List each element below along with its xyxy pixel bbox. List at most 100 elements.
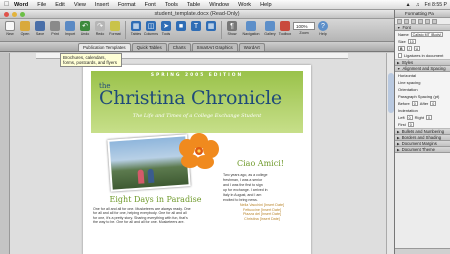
redo-button[interactable]: ↷ Redo [93,21,107,36]
masthead-title[interactable]: Christina Chronicle [99,87,282,109]
minimize-icon[interactable] [12,12,17,17]
elements-gallery-tabs: Publication Templates Quick Tables Chart… [0,42,394,52]
textbox-button[interactable]: T [189,21,203,32]
table-icon: ▦ [131,21,141,31]
horizontal-row[interactable]: Horizontal [395,72,450,79]
menu-table[interactable]: Table [187,2,200,8]
menu-format[interactable]: Format [118,2,136,8]
ciao-heading[interactable]: Ciao Amici! [237,159,284,168]
line-spacing-row[interactable]: Line spacing [395,79,450,86]
zoom-window-icon[interactable] [20,12,25,17]
menu-file[interactable]: File [37,2,46,8]
orientation-row[interactable]: Orientation [395,86,450,93]
window-controls [4,12,25,17]
volume-icon[interactable]: ♫ [416,2,420,8]
orientation-label: Orientation [398,87,418,92]
menu-window[interactable]: Window [209,2,229,8]
section-label: Document Margins [401,141,437,146]
palette-tool-icon[interactable] [404,19,409,24]
ciao-body[interactable]: Two years ago, as a college freshman, I … [223,173,301,202]
palette-tool-icon[interactable] [432,19,437,24]
folder-icon [20,21,30,31]
menu-word[interactable]: Word [14,2,28,8]
apple-icon[interactable]:  [4,1,14,8]
menu-bar:  Word File Edit View Insert Format Font… [0,0,450,10]
disclosure-right-icon: ▶ [397,147,400,152]
tools-group[interactable]: ➤ Tools [159,21,173,36]
save-button[interactable]: Save [33,21,47,36]
toolbox-button[interactable]: Toolbox [278,21,292,36]
print-button[interactable]: Print [48,21,62,36]
menu-view[interactable]: View [74,2,86,8]
help-button[interactable]: ? Help [316,21,330,36]
underline-icon[interactable]: U [413,46,421,51]
columns-button[interactable]: ◫ Columns [144,21,158,36]
ciao-line: freshman, I was a senior [223,177,263,182]
import-button[interactable]: Import [63,21,77,36]
disclosure-right-icon: ▶ [397,129,400,134]
article-heading[interactable]: Eight Days in Paradise [93,195,218,204]
right-indent-field[interactable]: 0 [426,115,433,120]
disclosure-down-icon: ▼ [397,25,401,30]
tab-charts[interactable]: Charts [167,43,191,51]
ligatures-row[interactable]: Ligatures in document [395,52,450,59]
tables-button[interactable]: ▦ Tables [129,21,143,36]
palette-tool-icon[interactable] [411,19,416,24]
shapes-button[interactable]: ■ [174,21,188,32]
tab-wordart[interactable]: WordArt [238,43,265,51]
body-line: the way to be. One for all and all for o… [93,220,185,225]
new-document-icon [5,21,15,31]
italic-icon[interactable]: I [406,46,412,51]
zoom-select[interactable]: 100% [293,22,315,30]
hibiscus-flower-image[interactable] [179,133,219,169]
palette-title[interactable]: Formatting Pa [395,10,450,18]
columns-icon: ◫ [146,21,156,31]
article-body[interactable]: One for all and all for one. Musketeers … [93,207,218,225]
wifi-icon[interactable]: ▲ [405,2,410,8]
show-button[interactable]: ¶ Show [225,21,239,36]
menu-insert[interactable]: Insert [95,2,109,8]
first-indent-field[interactable]: 0 [407,122,414,127]
left-indent-field[interactable]: 0 [406,115,413,120]
tab-smartart[interactable]: SmartArt Graphics [191,43,238,51]
menu-tools[interactable]: Tools [165,2,178,8]
contact-list[interactable]: Nella Vacchini [Insert Date] Fettuccine … [223,203,301,221]
menu-work[interactable]: Work [238,2,251,8]
edition-label: SPRING 2005 EDITION [150,73,244,78]
before-field[interactable]: 0 [411,101,418,106]
clock[interactable]: Fri 8:55 P [425,2,448,8]
palette-tool-icon[interactable] [397,19,402,24]
palette-tool-icon[interactable] [418,19,423,24]
document-page[interactable]: SPRING 2005 EDITION the Christina Chroni… [83,65,311,254]
close-icon[interactable] [4,12,9,17]
navigation-button[interactable]: Navigation [240,21,262,36]
bold-icon[interactable]: B [398,46,405,51]
format-button[interactable]: Format [108,21,122,36]
horizontal-label: Horizontal [398,73,417,78]
zoom-control[interactable]: 100% Zoom [293,21,315,35]
import-label: Import [64,32,76,36]
font-size-field[interactable]: 10 [407,39,416,44]
tables-label: Tables [130,32,142,36]
section-theme[interactable]: ▶ Document Theme [395,147,450,153]
gallery-button[interactable]: Gallery [263,21,277,36]
checkbox-icon[interactable] [398,53,402,58]
menu-help[interactable]: Help [260,2,272,8]
redo-label: Redo [95,32,105,36]
tab-publication-templates[interactable]: Publication Templates [78,43,131,51]
undo-button[interactable]: ↶ Undo [78,21,92,36]
menu-font[interactable]: Font [145,2,156,8]
after-field[interactable]: 0 [430,101,437,106]
menu-edit[interactable]: Edit [55,2,65,8]
open-button[interactable]: Open [18,21,32,36]
document-area: SPRING 2005 EDITION the Christina Chroni… [0,53,394,254]
vertical-scrollbar[interactable] [386,53,394,254]
person-figure [137,169,145,184]
picture-icon: ▦ [206,21,216,31]
palette-tool-icon[interactable] [425,19,430,24]
new-button[interactable]: New [3,21,17,36]
zoom-label: Zoom [299,31,309,35]
picture-button[interactable]: ▦ [204,21,218,32]
font-name-field[interactable]: Calisto MT (Body) [410,32,444,37]
tab-quick-tables[interactable]: Quick Tables [131,43,167,51]
